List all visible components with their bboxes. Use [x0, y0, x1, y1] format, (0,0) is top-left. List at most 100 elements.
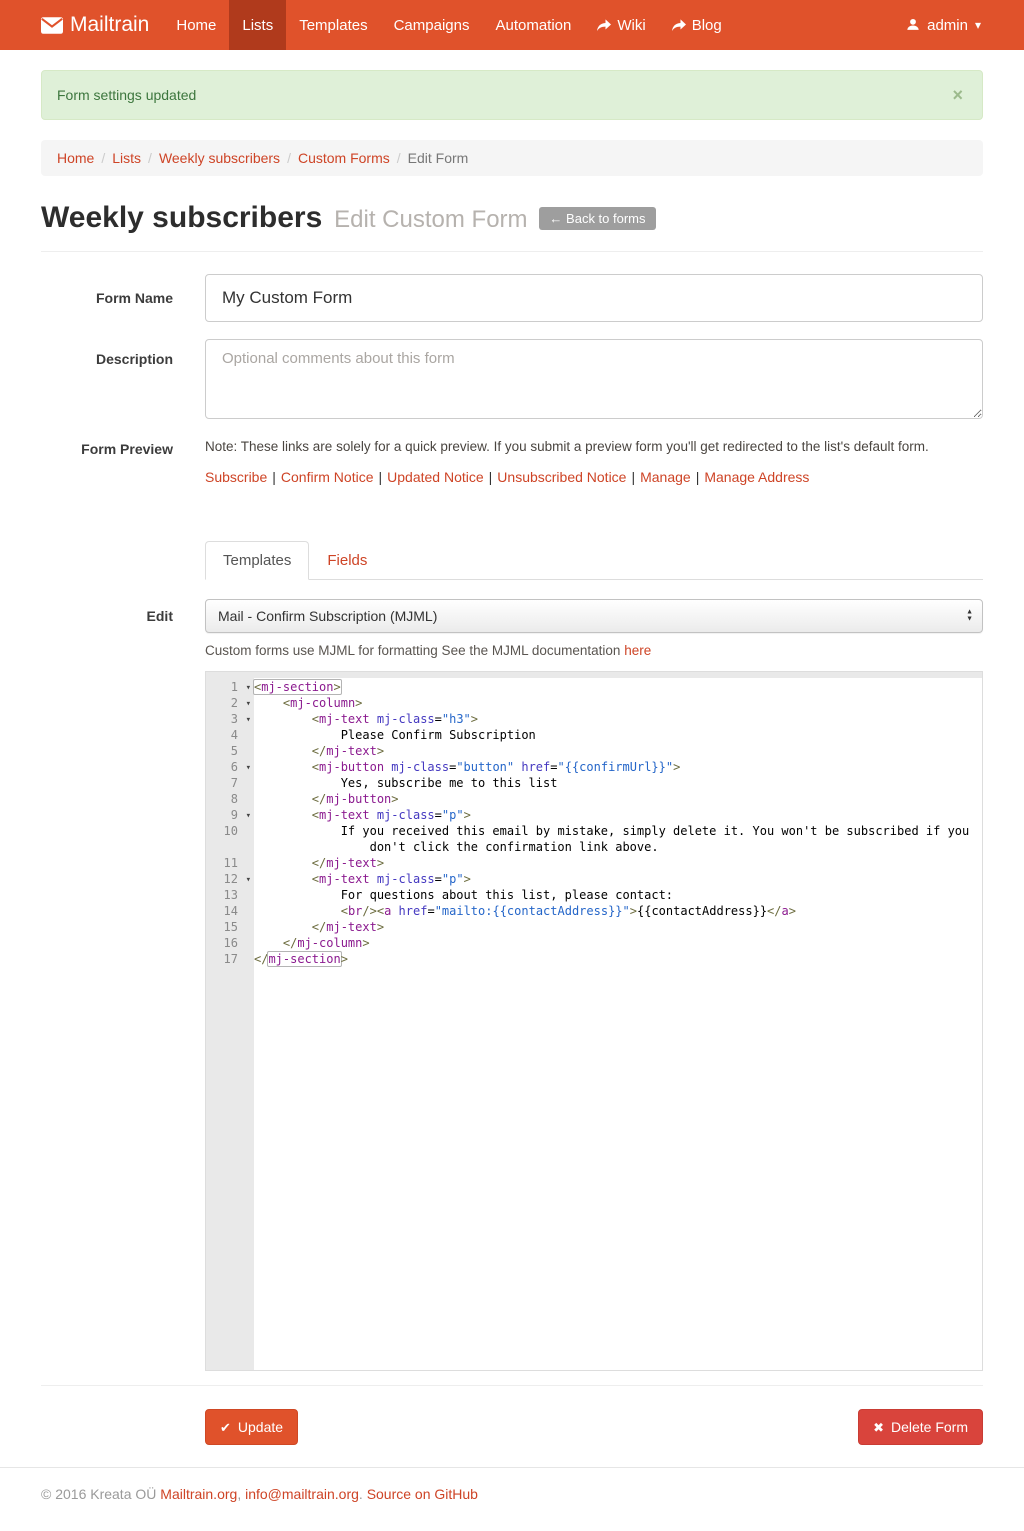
- breadcrumb-weekly-subscribers[interactable]: Weekly subscribers: [159, 150, 280, 166]
- footer: © 2016 Kreata OÜ Mailtrain.org, info@mai…: [0, 1467, 1024, 1524]
- code-token: >: [355, 696, 362, 710]
- code-token: </: [254, 952, 268, 966]
- links-separator: |: [626, 469, 640, 485]
- page-title: Weekly subscribers: [41, 201, 322, 234]
- line-number: 11: [206, 855, 254, 871]
- preview-link-manage-address[interactable]: Manage Address: [704, 469, 809, 485]
- envelope-icon: [41, 17, 63, 34]
- breadcrumb-separator: /: [280, 150, 298, 166]
- code-line-content[interactable]: </mj-section>: [254, 951, 982, 967]
- preview-link-confirm-notice[interactable]: Confirm Notice: [281, 469, 374, 485]
- code-token: mj-text: [326, 920, 377, 934]
- code-line-content[interactable]: Yes, subscribe me to this list: [254, 775, 982, 791]
- nav-item-campaigns[interactable]: Campaigns: [381, 0, 483, 50]
- code-line: 10If you received this email by mistake,…: [206, 823, 982, 855]
- code-token: <: [312, 760, 319, 774]
- nav-item-automation[interactable]: Automation: [482, 0, 584, 50]
- code-token: =: [435, 872, 442, 886]
- mjml-docs-link[interactable]: here: [624, 643, 651, 658]
- fold-marker-icon[interactable]: ▾: [246, 760, 251, 776]
- code-token: >: [377, 856, 384, 870]
- line-number: 13: [206, 887, 254, 903]
- footer-link-email[interactable]: info@mailtrain.org: [245, 1486, 359, 1502]
- code-token: href: [399, 904, 428, 918]
- code-token: mj-column: [297, 936, 362, 950]
- nav-item-templates[interactable]: Templates: [286, 0, 380, 50]
- fold-marker-icon[interactable]: ▾: [246, 872, 251, 888]
- update-button[interactable]: ✔ Update: [205, 1409, 298, 1445]
- code-token: </: [767, 904, 781, 918]
- code-token: >: [464, 808, 471, 822]
- code-line-content[interactable]: <mj-column>: [254, 695, 982, 711]
- code-line-content[interactable]: If you received this email by mistake, s…: [254, 823, 982, 855]
- code-token: mj-button: [326, 792, 391, 806]
- nav-item-wiki[interactable]: Wiki: [584, 0, 658, 50]
- code-line-content[interactable]: <mj-button mj-class="button" href="{{con…: [254, 759, 982, 775]
- code-line-content[interactable]: </mj-text>: [254, 855, 982, 871]
- description-textarea[interactable]: [205, 339, 983, 419]
- code-line-content[interactable]: </mj-text>: [254, 919, 982, 935]
- breadcrumb-home[interactable]: Home: [57, 150, 94, 166]
- fold-marker-icon[interactable]: ▾: [246, 696, 251, 712]
- breadcrumb: Home/Lists/Weekly subscribers/Custom For…: [41, 140, 983, 176]
- fold-marker-icon[interactable]: ▾: [246, 808, 251, 824]
- code-line-content[interactable]: </mj-column>: [254, 935, 982, 951]
- preview-link-updated-notice[interactable]: Updated Notice: [387, 469, 484, 485]
- code-token: >: [789, 904, 796, 918]
- preview-link-manage[interactable]: Manage: [640, 469, 691, 485]
- template-select-wrap: Mail - Confirm Subscription (MJML) ▲▼: [205, 599, 983, 633]
- code-line-content[interactable]: Please Confirm Subscription: [254, 727, 982, 743]
- form-name-input[interactable]: [205, 274, 983, 322]
- code-line-content[interactable]: <br/><a href="mailto:{{contactAddress}}"…: [254, 903, 982, 919]
- code-line-content[interactable]: <mj-text mj-class="p">: [254, 871, 982, 887]
- code-token: mj-class: [377, 712, 435, 726]
- preview-link-unsubscribed-notice[interactable]: Unsubscribed Notice: [497, 469, 626, 485]
- code-line-content[interactable]: For questions about this list, please co…: [254, 887, 982, 903]
- brand-mailtrain[interactable]: Mailtrain: [41, 0, 163, 50]
- tab-fields[interactable]: Fields: [309, 541, 385, 580]
- preview-link-subscribe[interactable]: Subscribe: [205, 469, 267, 485]
- user-menu[interactable]: admin ▾: [904, 0, 983, 50]
- code-line: 15</mj-text>: [206, 919, 982, 935]
- breadcrumb-lists[interactable]: Lists: [112, 150, 141, 166]
- code-token: =: [427, 904, 434, 918]
- code-line-content[interactable]: <mj-text mj-class="h3">: [254, 711, 982, 727]
- code-line: 16</mj-column>: [206, 935, 982, 951]
- main-nav: Home Lists Templates Campaigns Automatio…: [163, 0, 904, 50]
- line-number: 5: [206, 743, 254, 759]
- delete-form-button[interactable]: ✖ Delete Form: [858, 1409, 983, 1445]
- page-header: Weekly subscribers Edit Custom Form ← Ba…: [41, 201, 983, 235]
- nav-item-home[interactable]: Home: [163, 0, 229, 50]
- template-select[interactable]: Mail - Confirm Subscription (MJML): [206, 600, 982, 632]
- breadcrumb-custom-forms[interactable]: Custom Forms: [298, 150, 390, 166]
- fold-marker-icon[interactable]: ▾: [246, 680, 251, 696]
- footer-link-mailtrain[interactable]: Mailtrain.org: [160, 1486, 237, 1502]
- code-token: </: [312, 744, 326, 758]
- code-line-content[interactable]: </mj-button>: [254, 791, 982, 807]
- code-editor[interactable]: 1▾<mj-section>2▾<mj-column>3▾<mj-text mj…: [205, 671, 983, 1371]
- code-line-content[interactable]: <mj-text mj-class="p">: [254, 807, 982, 823]
- form-bottom-divider: [41, 1385, 983, 1386]
- code-line: 6▾<mj-button mj-class="button" href="{{c…: [206, 759, 982, 775]
- fold-marker-icon[interactable]: ▾: [246, 712, 251, 728]
- code-line-content[interactable]: </mj-text>: [254, 743, 982, 759]
- breadcrumb-separator: /: [390, 150, 408, 166]
- code-token: "p": [442, 808, 464, 822]
- code-token: mj-section: [268, 952, 340, 966]
- code-token: >: [471, 712, 478, 726]
- links-separator: |: [374, 469, 388, 485]
- code-token: href: [521, 760, 550, 774]
- code-token: mj-text: [319, 872, 370, 886]
- code-token: mj-column: [290, 696, 355, 710]
- alert-close-icon[interactable]: ×: [946, 85, 969, 105]
- tab-templates[interactable]: Templates: [205, 541, 309, 580]
- code-token: Yes, subscribe me to this list: [341, 776, 558, 790]
- top-navbar: Mailtrain Home Lists Templates Campaigns…: [0, 0, 1024, 50]
- code-line: 3▾<mj-text mj-class="h3">: [206, 711, 982, 727]
- nav-item-lists[interactable]: Lists: [229, 0, 286, 50]
- back-to-forms-button[interactable]: ← Back to forms: [539, 207, 655, 230]
- footer-link-github[interactable]: Source on GitHub: [367, 1486, 478, 1502]
- code-line-content[interactable]: <mj-section>: [254, 679, 982, 695]
- nav-item-blog[interactable]: Blog: [659, 0, 735, 50]
- code-token: >: [377, 920, 384, 934]
